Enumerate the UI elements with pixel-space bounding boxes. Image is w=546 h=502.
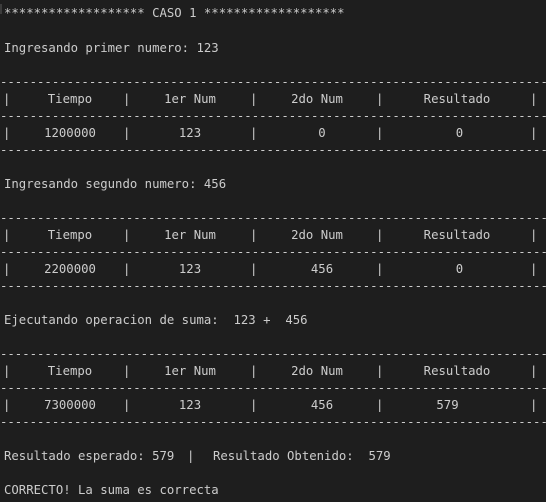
final-verdict: CORRECTO! La suma es correcta: [4, 483, 219, 497]
table-2-mid-border: ----------------------------------------…: [0, 245, 546, 259]
table-1-top-border: ----------------------------------------…: [0, 75, 546, 89]
cell-resultado: 0: [455, 126, 464, 140]
table-1-bottom-border: ----------------------------------------…: [0, 143, 546, 157]
col-sep: |: [376, 228, 384, 242]
col-header-1er-num: 1er Num: [164, 364, 216, 378]
cell-2do-num: 456: [310, 398, 334, 412]
col-header-resultado: Resultado: [423, 364, 491, 378]
cell-2do-num: 456: [310, 262, 334, 276]
expected-result: Resultado esperado: 579: [4, 449, 175, 463]
cell-tiempo: 2200000: [44, 262, 96, 276]
col-header-resultado: Resultado: [423, 92, 491, 106]
case-header: ******************* CASO 1 *************…: [4, 6, 345, 20]
col-sep: |: [530, 92, 538, 106]
col-sep: |: [376, 92, 384, 106]
cell-tiempo: 7300000: [44, 398, 96, 412]
cell-1er-num: 123: [178, 262, 202, 276]
summary-divider: |: [187, 449, 195, 463]
col-header-2do-num: 2do Num: [291, 92, 343, 106]
table-1-mid-border: ----------------------------------------…: [0, 109, 546, 123]
cell-resultado: 0: [455, 262, 464, 276]
table-2-top-border: ----------------------------------------…: [0, 211, 546, 225]
table-3-bottom-border: ----------------------------------------…: [0, 415, 546, 429]
col-sep: |: [530, 262, 538, 276]
col-sep: |: [376, 262, 384, 276]
terminal-output: ******************* CASO 1 *************…: [0, 0, 546, 502]
cell-1er-num: 123: [178, 398, 202, 412]
col-header-1er-num: 1er Num: [164, 92, 216, 106]
col-header-2do-num: 2do Num: [291, 364, 343, 378]
scroll-marker: [0, 4, 2, 14]
col-header-tiempo: Tiempo: [47, 228, 93, 242]
col-sep: |: [530, 228, 538, 242]
step-sum-operation: Ejecutando operacion de suma: 123 + 456: [4, 313, 308, 327]
obtained-result: Resultado Obtenido: 579: [213, 449, 391, 463]
table-2-bottom-border: ----------------------------------------…: [0, 279, 546, 293]
col-header-tiempo: Tiempo: [47, 364, 93, 378]
col-sep: |: [376, 126, 384, 140]
cell-2do-num: 0: [318, 126, 326, 140]
col-sep: |: [376, 364, 384, 378]
col-sep: |: [530, 398, 538, 412]
col-header-2do-num: 2do Num: [291, 228, 343, 242]
cell-resultado: 579: [436, 398, 459, 412]
col-sep: |: [530, 126, 538, 140]
table-3-top-border: ----------------------------------------…: [0, 347, 546, 361]
col-header-resultado: Resultado: [423, 228, 491, 242]
col-sep: |: [530, 364, 538, 378]
table-3-mid-border: ----------------------------------------…: [0, 381, 546, 395]
cell-tiempo: 1200000: [44, 126, 96, 140]
step-first-number: Ingresando primer numero: 123: [4, 41, 219, 55]
cell-1er-num: 123: [178, 126, 202, 140]
col-header-tiempo: Tiempo: [47, 92, 93, 106]
step-second-number: Ingresando segundo numero: 456: [4, 177, 227, 191]
col-header-1er-num: 1er Num: [164, 228, 216, 242]
